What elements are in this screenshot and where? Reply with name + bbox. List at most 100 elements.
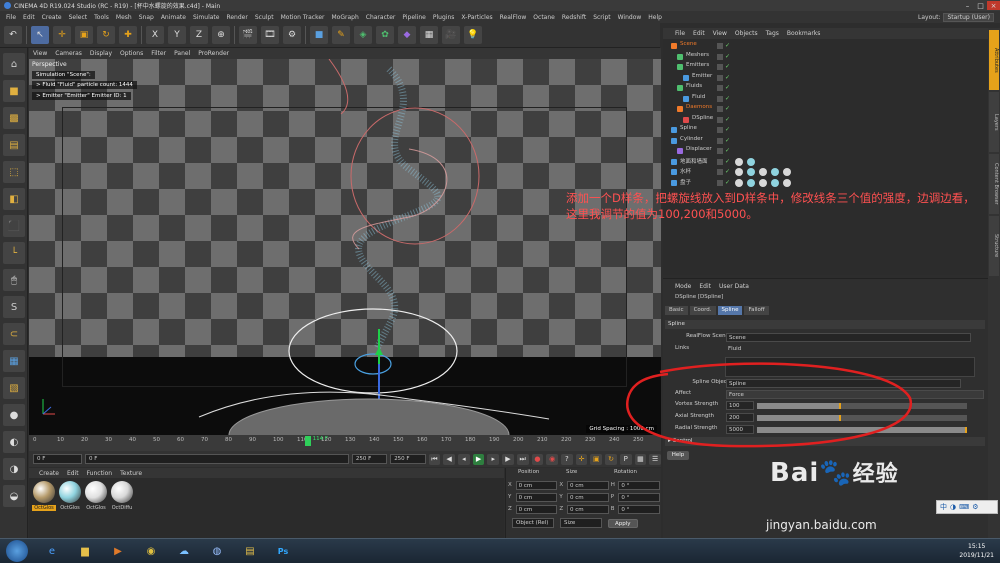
texture-mode-icon[interactable]: ▩ xyxy=(3,107,25,129)
size-mode-dropdown[interactable]: Size xyxy=(560,518,602,528)
menu-octane[interactable]: Octane xyxy=(533,14,555,21)
object-name[interactable]: 水杯 xyxy=(680,167,691,175)
timeline-options-icon[interactable]: ☰ xyxy=(649,453,662,465)
object-row[interactable]: 盘子 ✓ xyxy=(663,178,988,188)
viewport-menu-prorender[interactable]: ProRender xyxy=(198,50,229,57)
object-name[interactable]: Displacer xyxy=(686,146,712,152)
menu-motion-tracker[interactable]: Motion Tracker xyxy=(281,14,325,21)
object-visibility-toggle[interactable] xyxy=(717,158,723,165)
render-settings-icon[interactable]: ⚙ xyxy=(283,26,301,44)
position-key-icon[interactable]: ✛ xyxy=(575,453,588,465)
object-row[interactable]: Fluid ✓ xyxy=(663,94,988,104)
ime-punctuation-icon[interactable]: ◑ xyxy=(950,503,956,511)
sphere-lines-icon[interactable]: ◒ xyxy=(3,485,25,507)
object-visibility-toggle[interactable] xyxy=(717,53,723,60)
locked-workplane-icon[interactable]: ▧ xyxy=(3,377,25,399)
object-name[interactable]: 盘子 xyxy=(680,178,691,186)
object-row[interactable]: Daemons ✓ xyxy=(663,104,988,114)
parameter-key-icon[interactable]: P xyxy=(619,453,632,465)
next-key-icon[interactable]: ▶ xyxy=(502,453,514,465)
edges-mode-icon[interactable]: ◧ xyxy=(3,188,25,210)
position-field[interactable]: 0 cm xyxy=(515,504,558,514)
cinema4d-taskbar-icon[interactable]: ◍ xyxy=(202,540,232,562)
size-field[interactable]: 0 cm xyxy=(566,504,609,514)
apply-button[interactable]: Apply xyxy=(608,518,638,528)
links-value[interactable]: Fluid xyxy=(726,345,766,354)
object-row[interactable]: Scene ✓ xyxy=(663,41,988,51)
material-tag-icon[interactable] xyxy=(747,157,755,166)
object-name[interactable]: Cylinder xyxy=(680,136,703,142)
rotation-key-icon[interactable]: ↻ xyxy=(605,453,617,465)
ime-settings-icon[interactable]: ⚙ xyxy=(972,503,978,511)
object-row[interactable]: Fluids ✓ xyxy=(663,83,988,93)
object-visibility-toggle[interactable] xyxy=(717,95,723,102)
menu-sculpt[interactable]: Sculpt xyxy=(255,14,274,21)
start-frame-field[interactable]: 0 F xyxy=(33,454,83,464)
move-tool-icon[interactable]: ✛ xyxy=(53,26,71,44)
object-row[interactable]: Meshers ✓ xyxy=(663,52,988,62)
previous-key-icon[interactable]: ◀ xyxy=(443,453,455,465)
menu-mograph[interactable]: MoGraph xyxy=(332,14,359,21)
object-menu-tags[interactable]: Tags xyxy=(766,30,779,37)
render-view-icon[interactable]: 🎬 xyxy=(239,26,257,44)
object-visibility-toggle[interactable] xyxy=(717,74,723,81)
object-enabled-check-icon[interactable]: ✓ xyxy=(725,137,731,144)
scale-tool-icon[interactable]: ▣ xyxy=(75,26,93,44)
object-visibility-toggle[interactable] xyxy=(717,148,723,154)
material-tag-icon[interactable] xyxy=(735,178,743,187)
material-tag-icon[interactable] xyxy=(759,168,767,176)
undo-icon[interactable]: ↶ xyxy=(4,26,22,44)
snap-icon[interactable]: S xyxy=(3,296,25,318)
right-tab-content-browser[interactable]: Content Browser xyxy=(989,154,999,214)
viewport-menu-filter[interactable]: Filter xyxy=(151,50,166,57)
menu-realflow[interactable]: RealFlow xyxy=(500,14,527,21)
object-visibility-toggle[interactable] xyxy=(717,169,723,175)
material-menu-edit[interactable]: Edit xyxy=(67,470,79,477)
object-name[interactable]: Spline xyxy=(680,125,697,131)
floor-object-icon[interactable]: ▦ xyxy=(420,26,438,44)
ime-language[interactable]: 中 xyxy=(940,502,947,512)
menu-edit[interactable]: Edit xyxy=(23,14,35,21)
attribute-menu-edit[interactable]: Edit xyxy=(699,283,711,290)
tweak-mode-icon[interactable]: 🖱 xyxy=(3,269,25,291)
material-swatch[interactable]: OctDiffu xyxy=(110,481,134,511)
object-visibility-toggle[interactable] xyxy=(717,106,723,112)
points-mode-icon[interactable]: ⬚ xyxy=(3,161,25,183)
menu-mesh[interactable]: Mesh xyxy=(116,14,132,21)
menu-script[interactable]: Script xyxy=(593,14,610,21)
object-visibility-toggle[interactable] xyxy=(717,85,723,91)
max-frame-field[interactable]: 250 F xyxy=(390,454,426,464)
tab-falloff[interactable]: Falloff xyxy=(744,306,769,315)
select-arrow-icon[interactable]: ↖ xyxy=(31,26,49,44)
object-visibility-toggle[interactable] xyxy=(717,64,723,70)
material-tag-icon[interactable] xyxy=(747,168,755,176)
menu-window[interactable]: Window xyxy=(618,14,642,21)
tab-spline[interactable]: Spline xyxy=(717,306,743,315)
record-icon[interactable]: ● xyxy=(531,453,544,465)
object-menu-file[interactable]: File xyxy=(675,30,685,37)
object-enabled-check-icon[interactable]: ✓ xyxy=(725,74,731,81)
object-visibility-toggle[interactable] xyxy=(717,127,723,133)
light-object-icon[interactable]: 💡 xyxy=(464,26,482,44)
menu-simulate[interactable]: Simulate xyxy=(193,14,220,21)
coordinate-system-icon[interactable]: ⊕ xyxy=(212,26,230,44)
rotation-field[interactable]: 0 ° xyxy=(618,492,661,502)
menu-animate[interactable]: Animate xyxy=(161,14,186,21)
object-visibility-toggle[interactable] xyxy=(717,137,723,144)
keyframe-selection-icon[interactable]: ? xyxy=(561,453,573,465)
viewport-menu-display[interactable]: Display xyxy=(90,50,112,57)
object-enabled-check-icon[interactable]: ✓ xyxy=(725,95,731,102)
menu-x-particles[interactable]: X-Particles xyxy=(461,14,492,21)
right-tab-structure[interactable]: Structure xyxy=(989,216,999,276)
cloud-app-icon[interactable]: ☁ xyxy=(169,540,199,562)
object-row[interactable]: Cylinder ✓ xyxy=(663,136,988,146)
axis-z-button[interactable]: Z xyxy=(190,26,208,44)
material-swatch[interactable]: OctGlos xyxy=(84,481,108,511)
viewport-menu-cameras[interactable]: Cameras xyxy=(55,50,82,57)
object-row[interactable]: Spline ✓ xyxy=(663,125,988,135)
material-swatch[interactable]: OctGlos xyxy=(58,481,82,511)
coordinate-mode-dropdown[interactable]: Object (Rel) xyxy=(512,518,554,528)
layout-dropdown[interactable]: Startup (User) xyxy=(943,12,994,22)
rotation-field[interactable]: 0 ° xyxy=(618,480,661,490)
menu-redshift[interactable]: Redshift xyxy=(562,14,586,21)
